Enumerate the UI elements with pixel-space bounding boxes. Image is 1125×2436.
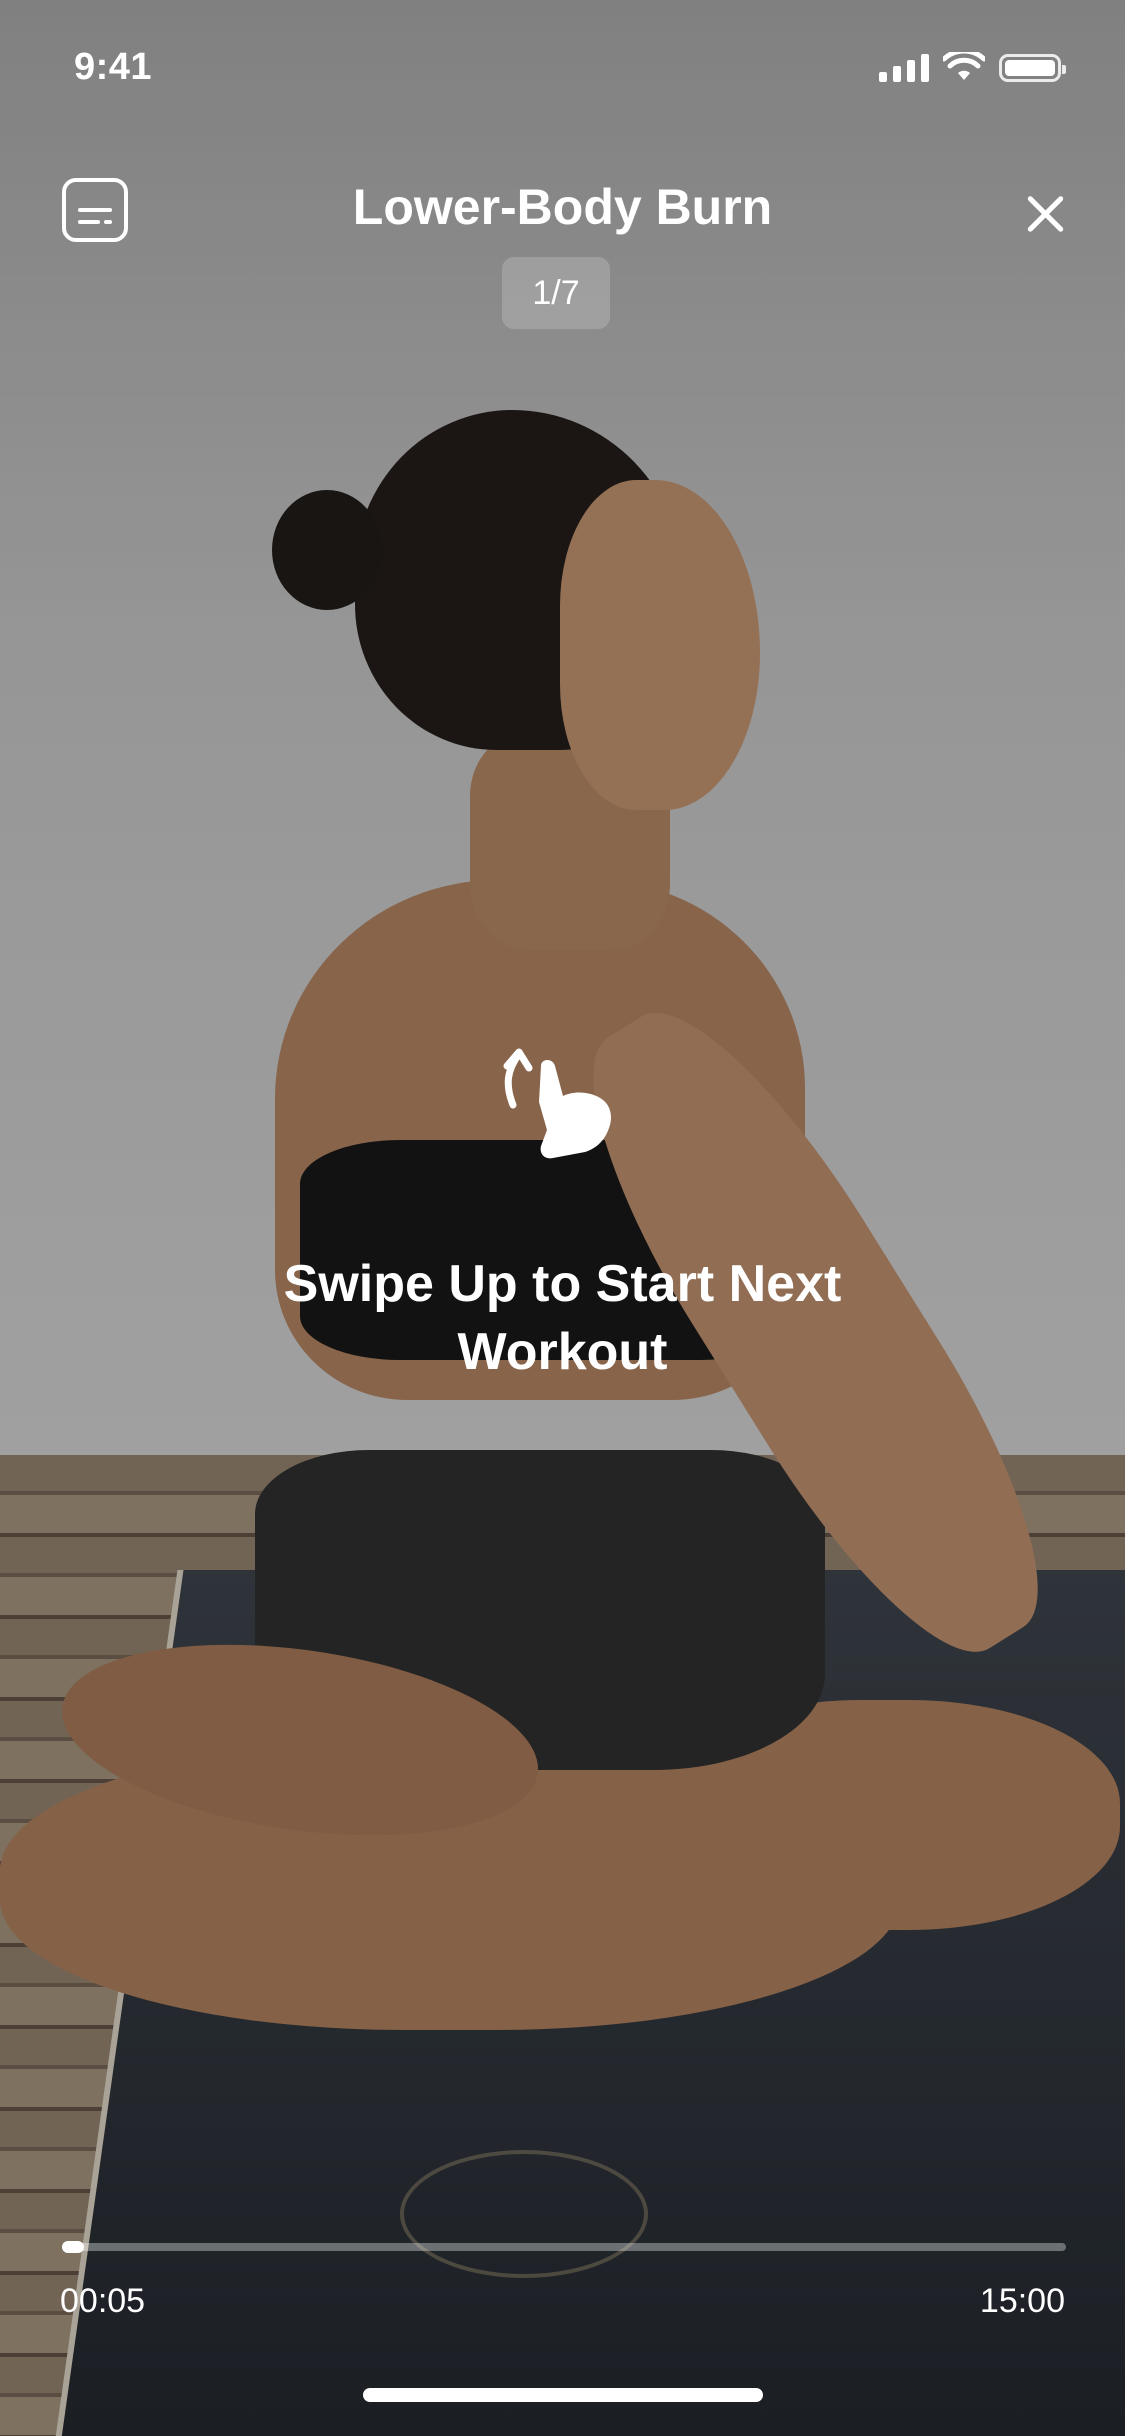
status-bar: 9:41 [0,0,1125,140]
close-button[interactable] [1017,186,1073,242]
status-icons [879,52,1066,82]
signal-icon [879,52,929,82]
status-time: 9:41 [74,46,153,88]
home-indicator[interactable] [363,2388,763,2402]
workout-title: Lower-Body Burn [352,179,773,235]
total-duration: 15:00 [979,2282,1065,2320]
battery-icon [999,54,1066,82]
workout-counter: 1/7 [502,257,610,329]
swipe-up-hand-icon [503,1048,611,1159]
swipe-hint-text: Swipe Up to Start Next Workout [283,1255,842,1381]
progress-fill[interactable] [62,2241,85,2253]
wifi-icon [943,52,985,80]
elapsed-time: 00:05 [60,2282,146,2320]
video-progress-bar[interactable] [62,2241,1066,2253]
swipe-hint: Swipe Up to Start Next Workout [0,1040,1125,1386]
